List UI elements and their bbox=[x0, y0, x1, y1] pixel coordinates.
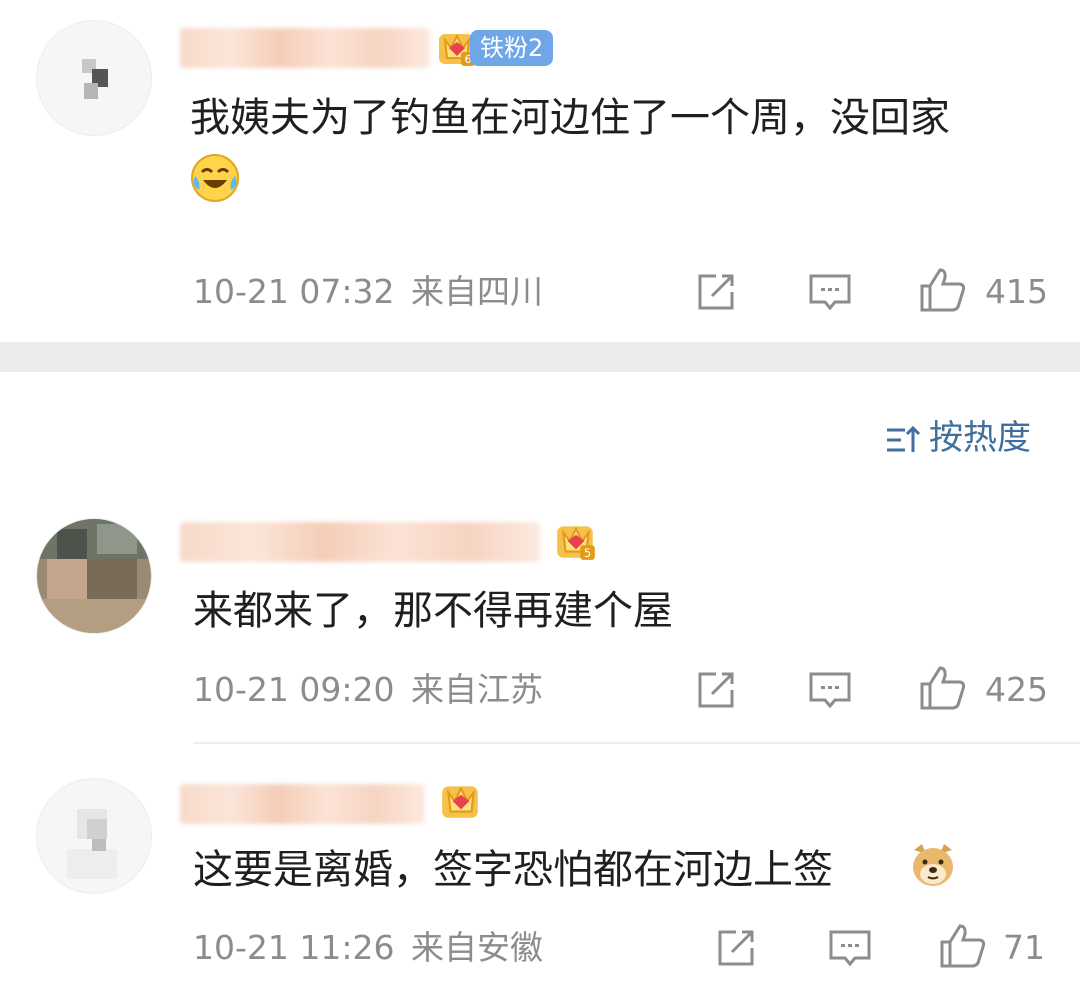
crown-level-badge-icon: 5 bbox=[557, 526, 595, 560]
reply-divider bbox=[193, 742, 1080, 744]
comment-text: 来都来了，那不得再建个屋 bbox=[193, 588, 673, 634]
share-icon[interactable] bbox=[694, 668, 738, 712]
comment-time: 10-21 09:20 bbox=[193, 670, 395, 709]
section-divider bbox=[0, 342, 1080, 372]
username-blurred[interactable] bbox=[180, 522, 540, 562]
comment-meta: 10-21 07:32 来自四川 bbox=[193, 272, 543, 312]
like-count: 425 bbox=[985, 670, 1048, 709]
avatar[interactable] bbox=[36, 778, 152, 894]
avatar[interactable] bbox=[36, 20, 152, 136]
fan-badge-label: 铁粉2 bbox=[480, 34, 544, 62]
sort-label: 按热度 bbox=[929, 418, 1031, 458]
laughing-crying-emoji-icon bbox=[191, 154, 239, 202]
blurred-avatar-image bbox=[37, 519, 151, 633]
username-blurred[interactable] bbox=[180, 784, 425, 824]
share-icon[interactable] bbox=[714, 926, 758, 970]
fan-badge[interactable]: 铁粉2 bbox=[470, 30, 554, 66]
comment-meta: 10-21 09:20 来自江苏 bbox=[193, 670, 543, 710]
like-thumb-icon[interactable] bbox=[918, 664, 968, 712]
like-thumb-icon[interactable] bbox=[938, 922, 988, 970]
blurred-avatar-image bbox=[82, 59, 108, 99]
comment-time: 10-21 11:26 bbox=[193, 928, 395, 967]
crown-badge-icon bbox=[442, 786, 478, 818]
blurred-avatar-image bbox=[67, 809, 117, 879]
avatar[interactable] bbox=[36, 518, 152, 634]
like-thumb-icon[interactable] bbox=[918, 266, 968, 314]
comment-time: 10-21 07:32 bbox=[193, 272, 395, 311]
comment-location: 来自四川 bbox=[410, 272, 543, 311]
comment-meta: 10-21 11:26 来自安徽 bbox=[193, 928, 543, 968]
comment-text: 我姨夫为了钓鱼在河边住了一个周，没回家 bbox=[190, 95, 950, 141]
reply-comment-icon[interactable] bbox=[827, 926, 873, 970]
comment-text: 这要是离婚，签字恐怕都在河边上签 bbox=[193, 847, 833, 893]
username-blurred[interactable] bbox=[180, 28, 430, 68]
comment-location: 来自安徽 bbox=[410, 928, 543, 967]
doge-emoji-icon bbox=[913, 844, 953, 886]
like-count: 71 bbox=[1003, 928, 1045, 967]
reply-comment-icon[interactable] bbox=[807, 668, 853, 712]
badge-level-number: 5 bbox=[584, 546, 591, 560]
share-icon[interactable] bbox=[694, 270, 738, 314]
like-count: 415 bbox=[985, 272, 1048, 311]
reply-comment-icon[interactable] bbox=[807, 270, 853, 314]
sort-icon bbox=[887, 425, 921, 452]
comment-location: 来自江苏 bbox=[410, 670, 543, 709]
